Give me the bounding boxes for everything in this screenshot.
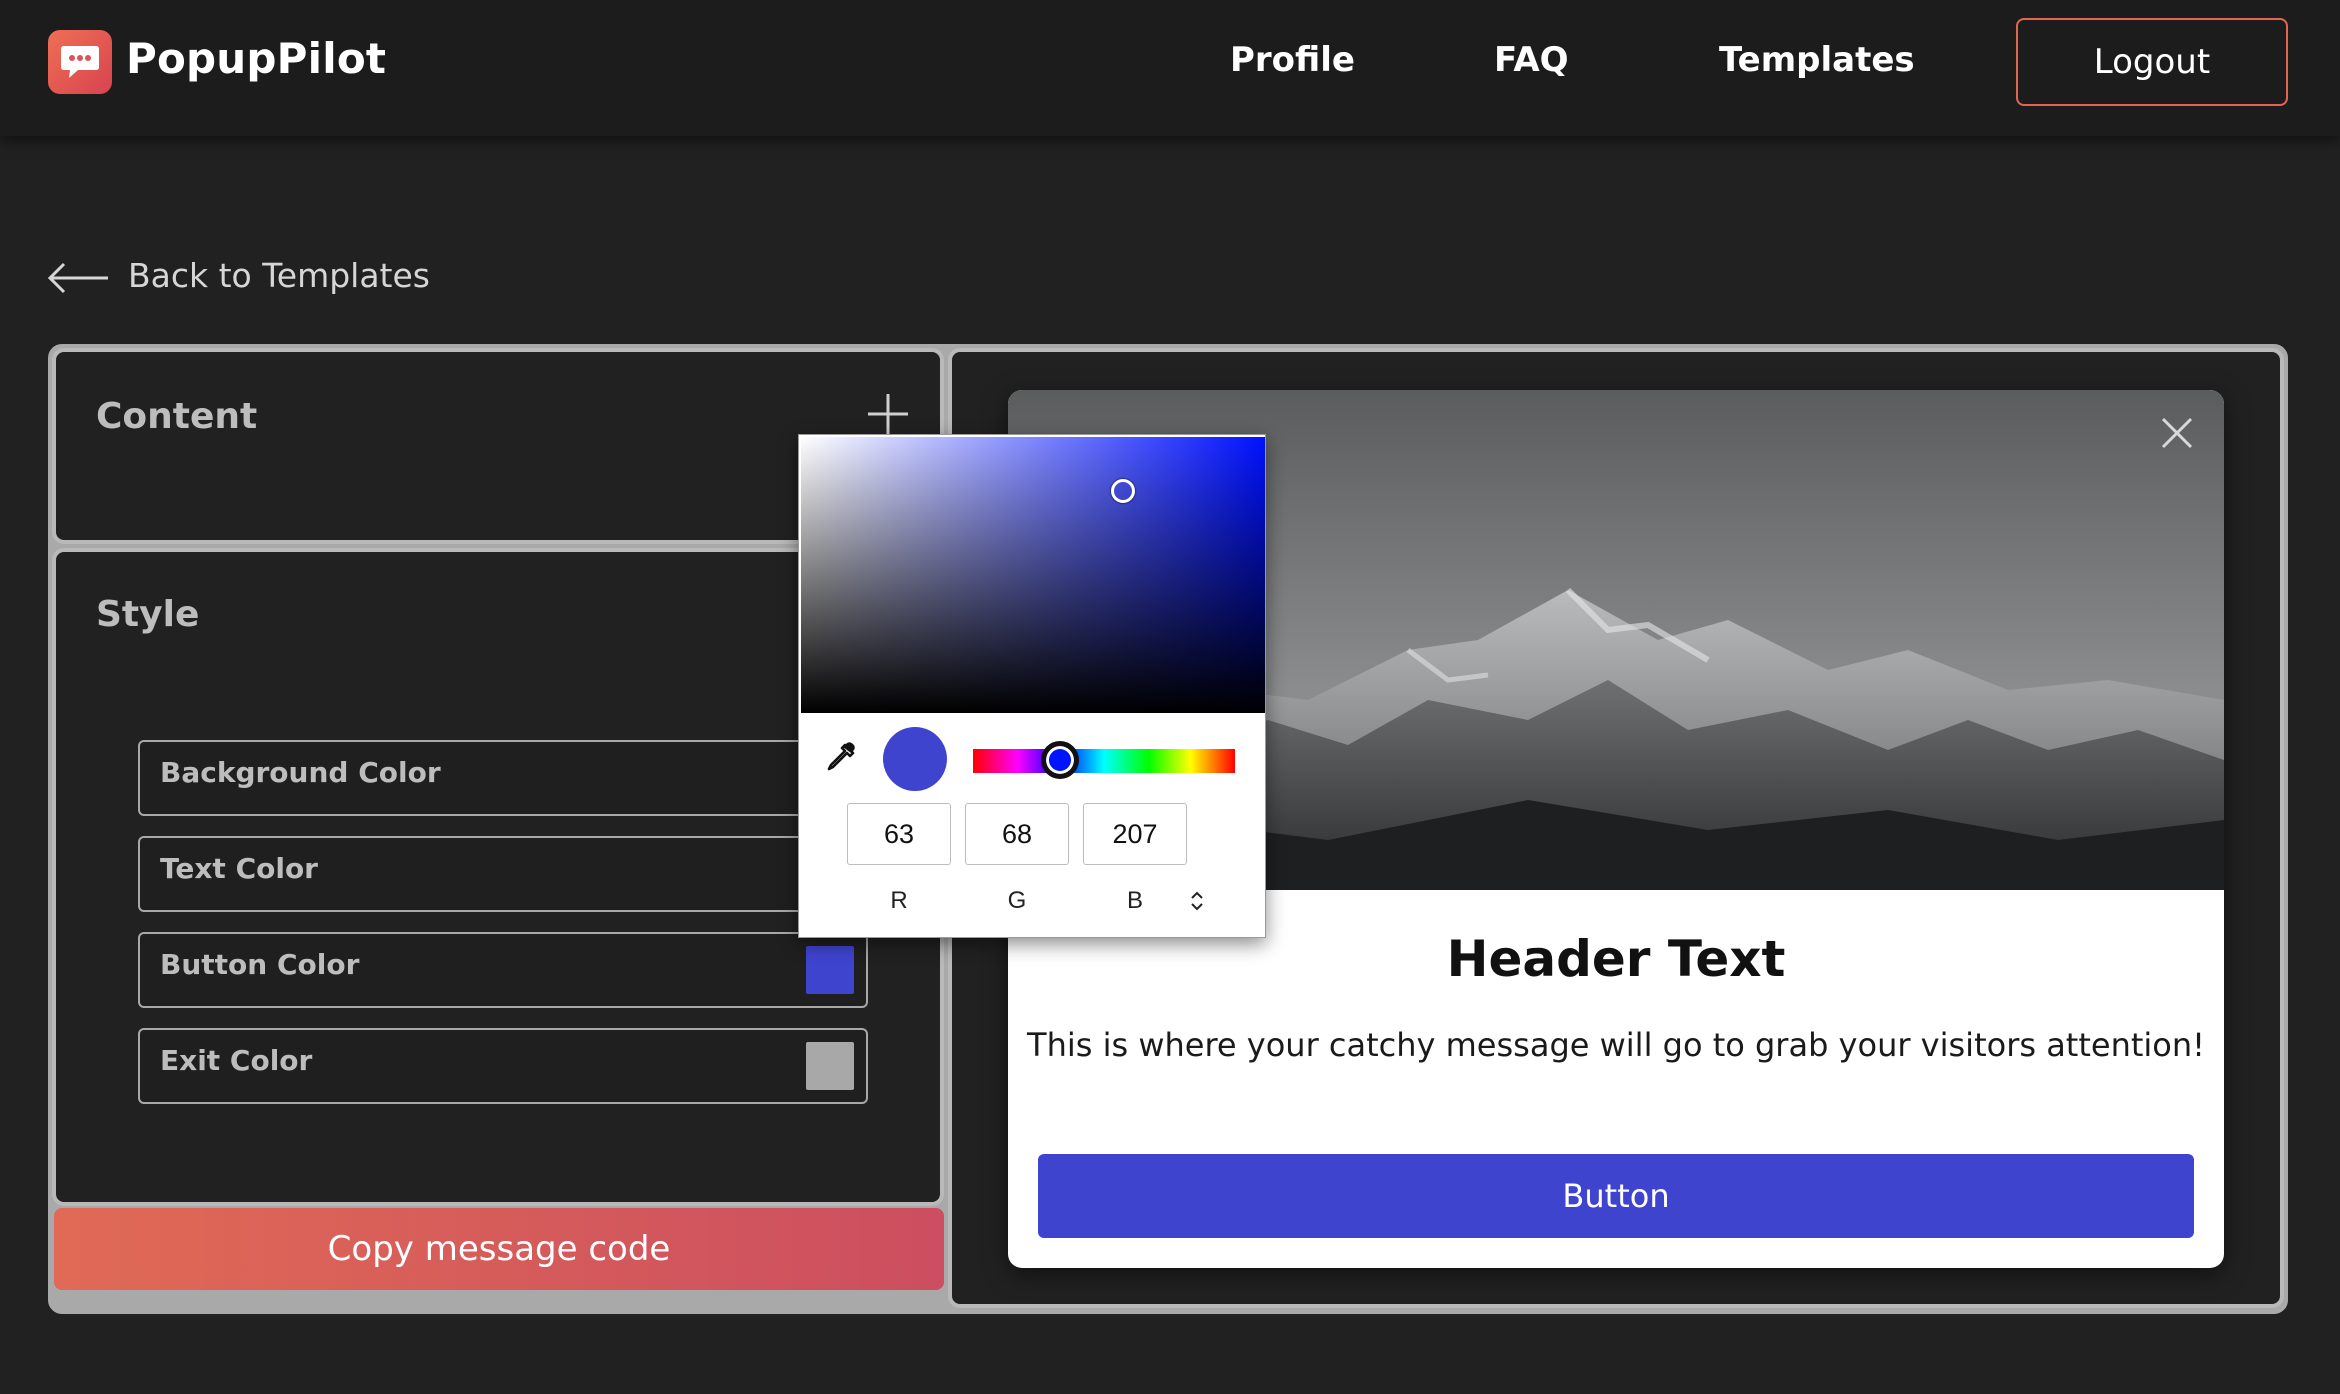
logout-button[interactable]: Logout — [2016, 18, 2288, 106]
nav-profile-link[interactable]: Profile — [1230, 40, 1355, 80]
selected-color-preview — [883, 727, 947, 791]
button-color-field[interactable]: Button Color — [138, 932, 868, 1008]
green-value-input[interactable] — [965, 803, 1069, 865]
hue-slider[interactable] — [973, 749, 1235, 773]
red-label: R — [890, 887, 908, 914]
popup-header-text: Header Text — [1446, 930, 1786, 988]
color-picker: R G B — [798, 434, 1266, 938]
nav-templates-link[interactable]: Templates — [1719, 40, 1915, 80]
button-color-swatch[interactable] — [806, 946, 854, 994]
saturation-area[interactable] — [801, 437, 1265, 713]
chevron-up-down-icon[interactable] — [1187, 889, 1207, 913]
green-label: G — [1007, 887, 1027, 914]
close-icon[interactable] — [2160, 416, 2194, 450]
logo-chat-icon[interactable] — [48, 30, 112, 94]
popup-message-text: This is where your catchy message will g… — [1027, 1026, 2205, 1064]
red-value-input[interactable] — [847, 803, 951, 865]
button-color-label: Button Color — [160, 948, 360, 981]
popup-cta-button[interactable]: Button — [1038, 1154, 2194, 1238]
arrow-left-icon — [48, 262, 108, 294]
blue-label: B — [1126, 887, 1143, 914]
content-section-title: Content — [96, 396, 258, 437]
top-navigation-bar: PopupPilot Profile FAQ Templates Logout — [0, 0, 2340, 136]
blue-value-input[interactable] — [1083, 803, 1187, 865]
saturation-handle[interactable] — [1111, 479, 1135, 503]
plus-icon[interactable] — [866, 392, 910, 436]
copy-message-code-button[interactable]: Copy message code — [54, 1208, 944, 1290]
exit-color-field[interactable]: Exit Color — [138, 1028, 868, 1104]
app-logo-text[interactable]: PopupPilot — [126, 34, 386, 83]
text-color-field[interactable]: Text Color — [138, 836, 868, 912]
text-color-label: Text Color — [160, 852, 318, 885]
back-link-label: Back to Templates — [128, 256, 430, 295]
nav-faq-link[interactable]: FAQ — [1494, 40, 1569, 80]
exit-color-swatch[interactable] — [806, 1042, 854, 1090]
background-color-field[interactable]: Background Color — [138, 740, 868, 816]
style-section-title: Style — [96, 594, 200, 635]
hue-slider-handle[interactable] — [1041, 741, 1079, 779]
eyedropper-icon[interactable] — [823, 741, 857, 775]
exit-color-label: Exit Color — [160, 1044, 313, 1077]
background-color-label: Background Color — [160, 756, 441, 789]
